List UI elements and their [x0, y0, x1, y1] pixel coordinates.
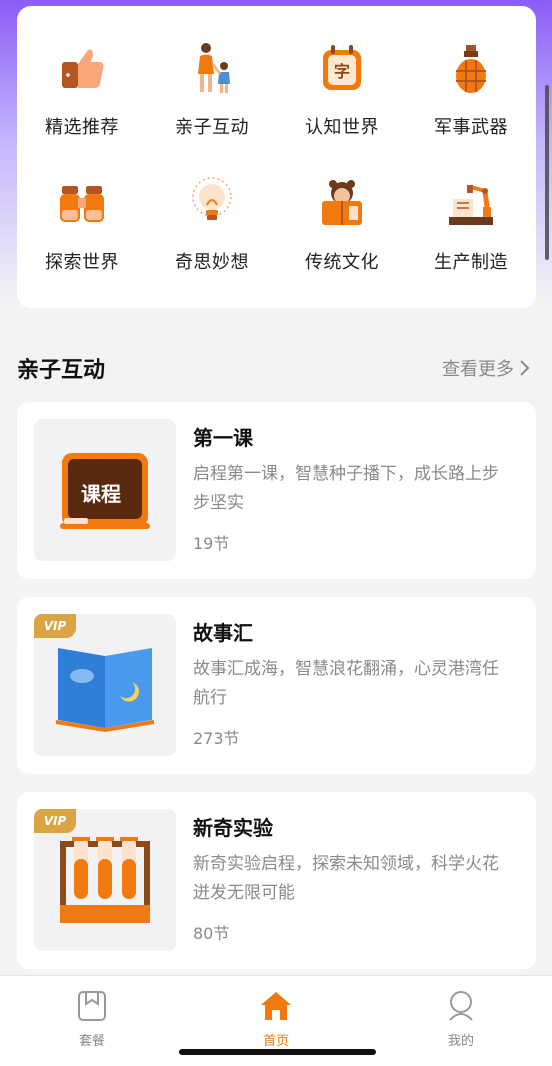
chevron-right-icon — [520, 360, 530, 376]
category-item-featured[interactable]: 精选推荐 — [22, 36, 142, 139]
vip-badge: VIP — [34, 809, 76, 833]
course-card[interactable]: VIP 故事汇 故事汇成海，智慧浪花翻涌，心灵港湾任航行 273节 — [17, 597, 536, 774]
category-item-explore[interactable]: 探索世界 — [22, 171, 142, 274]
scrollbar[interactable] — [545, 85, 549, 260]
section-title: 亲子互动 — [17, 358, 106, 383]
course-description: 故事汇成海，智慧浪花翻涌，心灵港湾任航行 — [193, 659, 499, 708]
home-icon — [261, 992, 291, 1020]
course-thumbnail: VIP — [34, 809, 176, 951]
vip-badge: VIP — [34, 614, 76, 638]
course-thumbnail: 课程 — [34, 419, 176, 561]
character-card-icon: 字 — [310, 36, 374, 100]
category-label: 探索世界 — [45, 252, 119, 273]
category-label: 传统文化 — [305, 252, 379, 273]
profile-icon — [449, 991, 473, 1021]
tab-home[interactable]: 首页 — [226, 990, 326, 1049]
course-card[interactable]: VIP 新奇实验 新奇实验启程，探索未知领域，科学火花迸发无限可能 80节 — [17, 792, 536, 969]
course-title: 故事汇 — [193, 621, 253, 645]
course-description: 启程第一课，智慧种子播下，成长路上步步坚实 — [193, 464, 499, 513]
view-more-link[interactable]: 查看更多 — [442, 355, 530, 381]
category-item-parent-child[interactable]: 亲子互动 — [152, 36, 272, 139]
course-title: 新奇实验 — [193, 816, 273, 840]
tab-profile[interactable]: 我的 — [411, 990, 511, 1049]
category-label: 生产制造 — [434, 252, 508, 273]
category-label: 认知世界 — [305, 117, 379, 138]
category-grid: 精选推荐 亲子互动 字 认知世界 军事武器 探索世界 奇思妙想 传统文化 生产制… — [17, 6, 536, 308]
course-description: 新奇实验启程，探索未知领域，科学火花迸发无限可能 — [193, 854, 499, 903]
course-title: 第一课 — [193, 426, 253, 450]
category-label: 亲子互动 — [175, 117, 249, 138]
robot-arm-icon — [439, 171, 503, 235]
grenade-icon — [439, 36, 503, 100]
category-item-manufacturing[interactable]: 生产制造 — [411, 171, 531, 274]
svg-text:字: 字 — [334, 62, 350, 81]
category-label: 奇思妙想 — [175, 252, 249, 273]
course-thumb-text: 课程 — [81, 482, 121, 506]
category-label: 军事武器 — [434, 117, 508, 138]
course-card[interactable]: 课程 第一课 启程第一课，智慧种子播下，成长路上步步坚实 19节 — [17, 402, 536, 579]
course-thumbnail: VIP — [34, 614, 176, 756]
thumbs-up-icon — [50, 36, 114, 100]
lesson-count: 19节 — [193, 534, 230, 553]
category-item-tradition[interactable]: 传统文化 — [282, 171, 402, 274]
lightbulb-icon — [180, 171, 244, 235]
lesson-count: 80节 — [193, 924, 230, 943]
book-character-icon — [310, 171, 374, 235]
parent-child-icon — [180, 36, 244, 100]
category-item-imagination[interactable]: 奇思妙想 — [152, 171, 272, 274]
category-item-military[interactable]: 军事武器 — [411, 36, 531, 139]
tab-label: 我的 — [447, 1034, 474, 1049]
binoculars-icon — [50, 171, 114, 235]
home-indicator — [179, 1049, 376, 1055]
tab-label: 套餐 — [78, 1034, 105, 1049]
view-more-label: 查看更多 — [442, 359, 514, 380]
category-item-cognition[interactable]: 字 认知世界 — [282, 36, 402, 139]
tab-label: 首页 — [262, 1034, 289, 1049]
tab-package[interactable]: 套餐 — [42, 990, 142, 1049]
package-icon — [78, 991, 106, 1021]
lesson-count: 273节 — [193, 729, 240, 748]
category-label: 精选推荐 — [45, 117, 119, 138]
